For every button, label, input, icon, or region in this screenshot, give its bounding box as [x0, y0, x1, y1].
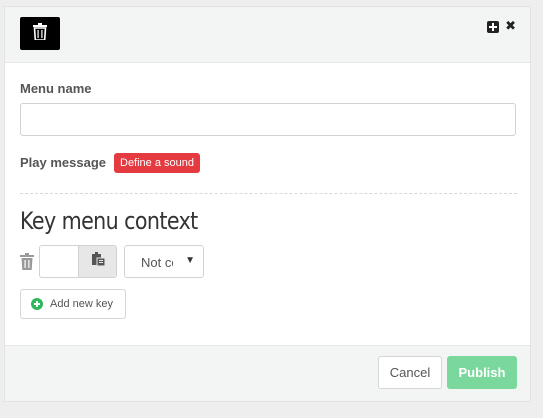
menu-name-label: Menu name [20, 81, 92, 96]
cancel-button[interactable]: Cancel [378, 356, 442, 389]
publish-button[interactable]: Publish [447, 356, 517, 389]
panel-header: ✖ [5, 7, 530, 63]
action-select-value: Not co [141, 255, 173, 270]
action-select[interactable]: Not co ▼ [124, 245, 204, 278]
header-actions: ✖ [487, 20, 516, 33]
plus-circle-icon [31, 298, 43, 310]
key-menu-panel: ✖ Menu name Play message Define a sound … [4, 6, 531, 402]
delete-button[interactable] [20, 17, 60, 50]
plus-square-icon[interactable] [487, 21, 500, 33]
key-menu-title: Key menu context [20, 207, 198, 235]
key-input-group [39, 245, 117, 278]
key-input[interactable] [40, 246, 79, 277]
trash-icon[interactable] [20, 253, 34, 275]
panel-footer: Cancel Publish [5, 345, 530, 401]
menu-name-input[interactable] [20, 103, 516, 136]
play-message-label: Play message [20, 155, 107, 170]
divider [20, 193, 517, 194]
close-icon[interactable]: ✖ [505, 20, 516, 33]
clipboard-icon [92, 252, 106, 271]
add-new-key-label: Add new key [50, 298, 113, 310]
add-new-key-button[interactable]: Add new key [20, 289, 126, 319]
trash-icon [33, 22, 47, 45]
define-sound-button[interactable]: Define a sound [114, 153, 200, 173]
chevron-down-icon: ▼ [185, 255, 195, 266]
clipboard-button[interactable] [79, 246, 116, 277]
